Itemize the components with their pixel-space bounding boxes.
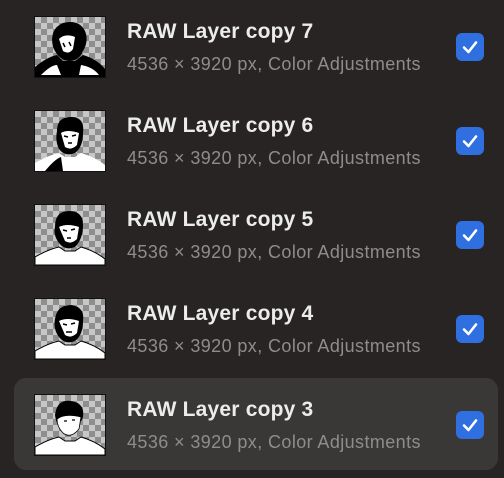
layer-thumbnail bbox=[34, 16, 106, 78]
layer-info: 4536 × 3920 px, Color Adjustments bbox=[127, 432, 421, 452]
portrait-silhouette-icon bbox=[35, 400, 105, 455]
layer-info: 4536 × 3920 px, Color Adjustments bbox=[127, 148, 421, 168]
layers-list: RAW Layer copy 7 4536 × 3920 px, Color A… bbox=[0, 0, 504, 478]
layer-name: RAW Layer copy 6 bbox=[127, 114, 314, 137]
layer-name: RAW Layer copy 7 bbox=[127, 20, 314, 43]
layer-name: RAW Layer copy 3 bbox=[127, 398, 314, 421]
checkmark-icon bbox=[462, 419, 478, 432]
layer-thumbnail bbox=[34, 298, 106, 360]
visibility-checkbox[interactable] bbox=[456, 411, 484, 439]
visibility-checkbox[interactable] bbox=[456, 221, 484, 249]
checkmark-icon bbox=[462, 229, 478, 242]
layer-name: RAW Layer copy 4 bbox=[127, 302, 314, 325]
layer-row-copy-5[interactable]: RAW Layer copy 5 4536 × 3920 px, Color A… bbox=[0, 188, 504, 282]
layer-info: 4536 × 3920 px, Color Adjustments bbox=[127, 242, 421, 262]
portrait-silhouette-icon bbox=[35, 211, 105, 265]
portrait-silhouette-icon bbox=[35, 22, 105, 77]
layer-row-copy-6[interactable]: RAW Layer copy 6 4536 × 3920 px, Color A… bbox=[0, 94, 504, 188]
visibility-checkbox[interactable] bbox=[456, 315, 484, 343]
layer-thumbnail bbox=[34, 394, 106, 456]
layer-row-copy-7[interactable]: RAW Layer copy 7 4536 × 3920 px, Color A… bbox=[0, 0, 504, 94]
layer-thumbnail bbox=[34, 204, 106, 266]
visibility-checkbox[interactable] bbox=[456, 127, 484, 155]
portrait-silhouette-icon bbox=[35, 305, 105, 359]
layer-row-copy-4[interactable]: RAW Layer copy 4 4536 × 3920 px, Color A… bbox=[0, 282, 504, 376]
layer-row-copy-3[interactable]: RAW Layer copy 3 4536 × 3920 px, Color A… bbox=[14, 378, 498, 470]
layer-info: 4536 × 3920 px, Color Adjustments bbox=[127, 336, 421, 356]
checkmark-icon bbox=[462, 135, 478, 148]
visibility-checkbox[interactable] bbox=[456, 33, 484, 61]
layer-thumbnail bbox=[34, 110, 106, 172]
checkmark-icon bbox=[462, 323, 478, 336]
portrait-silhouette-icon bbox=[35, 117, 105, 171]
layer-info: 4536 × 3920 px, Color Adjustments bbox=[127, 54, 421, 74]
layer-name: RAW Layer copy 5 bbox=[127, 208, 314, 231]
checkmark-icon bbox=[462, 41, 478, 54]
